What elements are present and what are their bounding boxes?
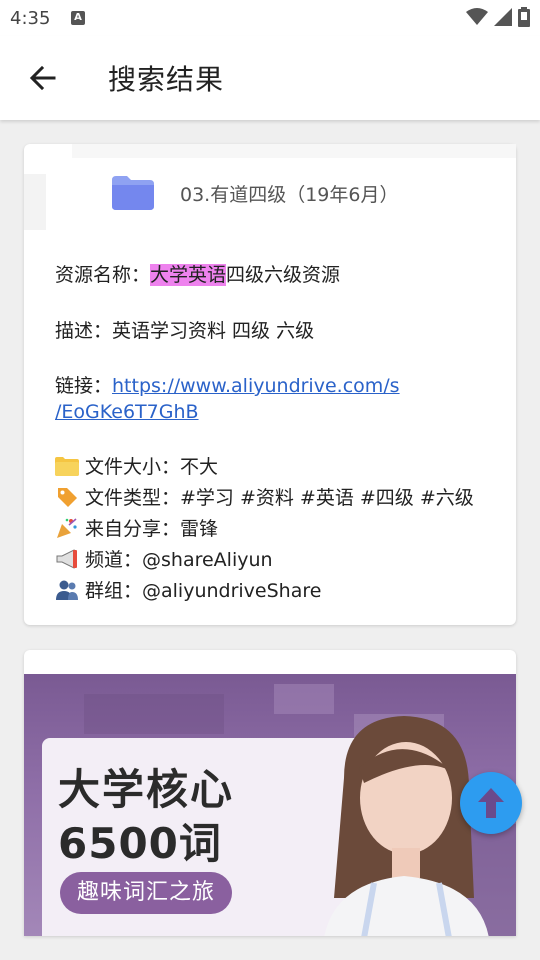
- banner-subheadline: 6500词: [58, 819, 222, 868]
- app-bar: 搜索结果: [0, 36, 540, 120]
- party-emoji-icon: [55, 516, 79, 540]
- tag-emoji-icon: [55, 485, 79, 509]
- meta-channel: 频道：@shareAliyun: [55, 545, 273, 572]
- size-text: 文件大小：不大: [85, 456, 219, 478]
- resource-name-label: 资源名称：: [55, 264, 151, 286]
- resource-link: 链接：https://www.aliyundrive.com/s /EoGKe6…: [55, 373, 400, 425]
- arrow-up-icon: [478, 788, 504, 818]
- status-time: 4:35: [10, 8, 51, 29]
- channel-text: 频道：@shareAliyun: [85, 549, 273, 571]
- back-arrow-icon: [29, 65, 56, 91]
- meta-type: 文件类型：#学习 #资料 #英语 #四级 #六级: [55, 483, 474, 510]
- battery-icon: [518, 7, 530, 27]
- banner-card[interactable]: 大学核心 6500词 趣味词汇之旅: [24, 650, 516, 936]
- type-text: 文件类型：#学习 #资料 #英语 #四级 #六级: [85, 487, 474, 509]
- folder-title: 03.有道四级（19年6月）: [180, 184, 399, 206]
- status-bar: 4:35 A: [0, 0, 540, 36]
- link-url-line1[interactable]: https://www.aliyundrive.com/s: [112, 375, 400, 397]
- meta-group: 群组：@aliyundriveShare: [55, 576, 321, 603]
- app-notification-icon: A: [71, 11, 85, 25]
- from-text: 来自分享：雷锋: [85, 518, 219, 540]
- people-emoji-icon: [55, 578, 79, 602]
- card-header-strip: [72, 144, 516, 158]
- result-card[interactable]: 03.有道四级（19年6月） 资源名称：大学英语四级六级资源 描述：英语学习资料…: [24, 144, 516, 625]
- card-side-strip: [24, 174, 46, 230]
- signal-icon: [494, 8, 512, 26]
- banner-headline: 大学核心: [58, 765, 235, 814]
- link-label: 链接：: [55, 375, 113, 397]
- banner-image[interactable]: 大学核心 6500词 趣味词汇之旅: [24, 674, 516, 936]
- link-url-line2[interactable]: /EoGKe6T7GhB: [55, 401, 199, 423]
- folder-icon: [112, 176, 154, 210]
- meta-from: 来自分享：雷锋: [55, 514, 218, 541]
- page-title: 搜索结果: [108, 63, 225, 96]
- resource-description: 描述：英语学习资料 四级 六级: [55, 320, 315, 342]
- back-button[interactable]: [24, 60, 60, 96]
- status-icons: [466, 7, 530, 27]
- folder-emoji-icon: [55, 454, 79, 478]
- wifi-icon: [466, 8, 488, 25]
- resource-name-rest: 四级六级资源: [226, 264, 341, 286]
- megaphone-emoji-icon: [55, 547, 79, 571]
- resource-name: 资源名称：大学英语四级六级资源: [55, 262, 340, 288]
- group-text: 群组：@aliyundriveShare: [85, 580, 322, 602]
- meta-size: 文件大小：不大: [55, 452, 218, 479]
- search-highlight: 大学英语: [150, 264, 227, 286]
- banner-pill-button[interactable]: 趣味词汇之旅: [60, 872, 232, 914]
- scroll-top-button[interactable]: [460, 772, 522, 834]
